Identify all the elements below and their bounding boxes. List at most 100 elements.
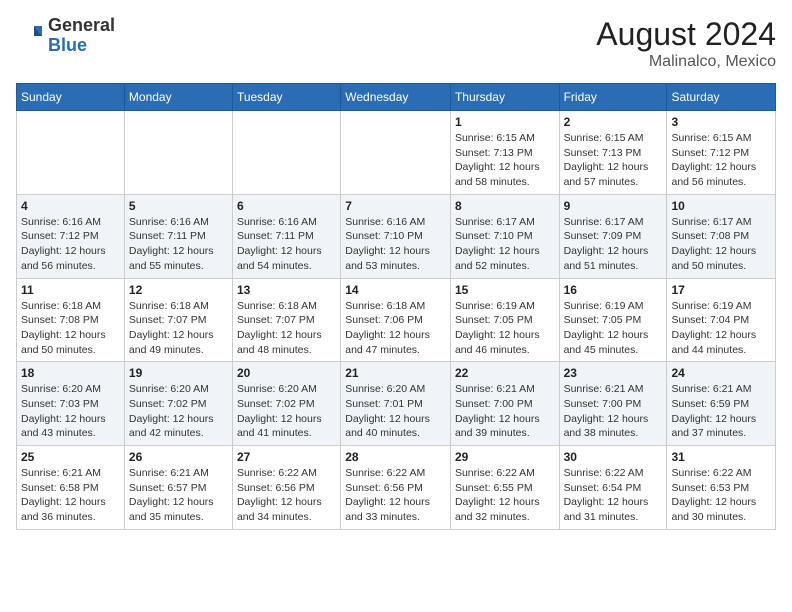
calendar-cell: 26 Sunrise: 6:21 AM Sunset: 6:57 PM Dayli… xyxy=(124,446,232,530)
day-info: Sunrise: 6:15 AM Sunset: 7:13 PM Dayligh… xyxy=(455,131,555,190)
day-info: Sunrise: 6:20 AM Sunset: 7:02 PM Dayligh… xyxy=(237,382,336,441)
day-info: Sunrise: 6:20 AM Sunset: 7:02 PM Dayligh… xyxy=(129,382,228,441)
calendar-cell: 14Sunrise: 6:18 AM Sunset: 7:06 PM Dayli… xyxy=(341,278,451,362)
day-number: 18 xyxy=(21,366,120,380)
day-header-row: SundayMondayTuesdayWednesdayThursdayFrid… xyxy=(17,84,776,111)
day-number: 26 xyxy=(129,450,228,464)
day-info: Sunrise: 6:20 AM Sunset: 7:03 PM Dayligh… xyxy=(21,382,120,441)
day-info: Sunrise: 6:18 AM Sunset: 7:07 PM Dayligh… xyxy=(237,299,336,358)
calendar-cell: 9Sunrise: 6:17 AM Sunset: 7:09 PM Daylig… xyxy=(559,194,667,278)
day-info: Sunrise: 6:22 AM Sunset: 6:56 PM Dayligh… xyxy=(345,466,446,525)
day-info: Sunrise: 6:19 AM Sunset: 7:05 PM Dayligh… xyxy=(564,299,663,358)
day-number: 12 xyxy=(129,283,228,297)
day-number: 7 xyxy=(345,199,446,213)
day-number: 11 xyxy=(21,283,120,297)
day-info: Sunrise: 6:16 AM Sunset: 7:11 PM Dayligh… xyxy=(237,215,336,274)
day-info: Sunrise: 6:21 AM Sunset: 6:58 PM Dayligh… xyxy=(21,466,120,525)
day-number: 21 xyxy=(345,366,446,380)
logo-general: General xyxy=(48,15,115,35)
day-number: 16 xyxy=(564,283,663,297)
calendar-cell: 18 Sunrise: 6:20 AM Sunset: 7:03 PM Dayli… xyxy=(17,362,125,446)
calendar-cell: 27 Sunrise: 6:22 AM Sunset: 6:56 PM Dayli… xyxy=(232,446,340,530)
calendar-cell: 15Sunrise: 6:19 AM Sunset: 7:05 PM Dayli… xyxy=(450,278,559,362)
day-number: 8 xyxy=(455,199,555,213)
calendar-header: SundayMondayTuesdayWednesdayThursdayFrid… xyxy=(17,84,776,111)
day-number: 20 xyxy=(237,366,336,380)
day-number: 22 xyxy=(455,366,555,380)
calendar-cell: 17Sunrise: 6:19 AM Sunset: 7:04 PM Dayli… xyxy=(667,278,776,362)
day-info: Sunrise: 6:22 AM Sunset: 6:56 PM Dayligh… xyxy=(237,466,336,525)
day-info: Sunrise: 6:20 AM Sunset: 7:01 PM Dayligh… xyxy=(345,382,446,441)
day-number: 23 xyxy=(564,366,663,380)
calendar-cell: 29 Sunrise: 6:22 AM Sunset: 6:55 PM Dayli… xyxy=(450,446,559,530)
day-info: Sunrise: 6:16 AM Sunset: 7:10 PM Dayligh… xyxy=(345,215,446,274)
day-info: Sunrise: 6:21 AM Sunset: 7:00 PM Dayligh… xyxy=(564,382,663,441)
calendar-cell: 12 Sunrise: 6:18 AM Sunset: 7:07 PM Dayli… xyxy=(124,278,232,362)
calendar-cell: 11Sunrise: 6:18 AM Sunset: 7:08 PM Dayli… xyxy=(17,278,125,362)
location: Malinalco, Mexico xyxy=(596,53,776,71)
day-number: 15 xyxy=(455,283,555,297)
calendar-cell: 1 Sunrise: 6:15 AM Sunset: 7:13 PM Daylig… xyxy=(450,111,559,195)
day-info: Sunrise: 6:18 AM Sunset: 7:07 PM Dayligh… xyxy=(129,299,228,358)
day-number: 30 xyxy=(564,450,663,464)
day-info: Sunrise: 6:19 AM Sunset: 7:04 PM Dayligh… xyxy=(671,299,771,358)
day-info: Sunrise: 6:17 AM Sunset: 7:09 PM Dayligh… xyxy=(564,215,663,274)
logo-blue: Blue xyxy=(48,35,87,55)
day-number: 13 xyxy=(237,283,336,297)
calendar-cell: 16 Sunrise: 6:19 AM Sunset: 7:05 PM Dayli… xyxy=(559,278,667,362)
logo-text: General Blue xyxy=(48,16,115,56)
day-number: 14 xyxy=(345,283,446,297)
calendar-cell: 30 Sunrise: 6:22 AM Sunset: 6:54 PM Dayli… xyxy=(559,446,667,530)
day-info: Sunrise: 6:21 AM Sunset: 7:00 PM Dayligh… xyxy=(455,382,555,441)
day-info: Sunrise: 6:16 AM Sunset: 7:12 PM Dayligh… xyxy=(21,215,120,274)
day-header-thursday: Thursday xyxy=(450,84,559,111)
calendar-cell: 10 Sunrise: 6:17 AM Sunset: 7:08 PM Dayli… xyxy=(667,194,776,278)
calendar-table: SundayMondayTuesdayWednesdayThursdayFrid… xyxy=(16,83,776,530)
day-number: 10 xyxy=(671,199,771,213)
calendar-cell: 21 Sunrise: 6:20 AM Sunset: 7:01 PM Dayli… xyxy=(341,362,451,446)
day-header-tuesday: Tuesday xyxy=(232,84,340,111)
calendar-cell: 13 Sunrise: 6:18 AM Sunset: 7:07 PM Dayli… xyxy=(232,278,340,362)
calendar-cell: 23 Sunrise: 6:21 AM Sunset: 7:00 PM Dayli… xyxy=(559,362,667,446)
title-block: August 2024 Malinalco, Mexico xyxy=(596,16,776,71)
day-info: Sunrise: 6:22 AM Sunset: 6:54 PM Dayligh… xyxy=(564,466,663,525)
calendar-week-4: 25 Sunrise: 6:21 AM Sunset: 6:58 PM Dayli… xyxy=(17,446,776,530)
day-info: Sunrise: 6:15 AM Sunset: 7:13 PM Dayligh… xyxy=(564,131,663,190)
calendar-cell xyxy=(232,111,340,195)
calendar-week-2: 11Sunrise: 6:18 AM Sunset: 7:08 PM Dayli… xyxy=(17,278,776,362)
day-header-sunday: Sunday xyxy=(17,84,125,111)
day-header-monday: Monday xyxy=(124,84,232,111)
day-number: 2 xyxy=(564,115,663,129)
calendar-cell: 19 Sunrise: 6:20 AM Sunset: 7:02 PM Dayli… xyxy=(124,362,232,446)
day-number: 3 xyxy=(671,115,771,129)
day-number: 24 xyxy=(671,366,771,380)
calendar-cell: 20 Sunrise: 6:20 AM Sunset: 7:02 PM Dayli… xyxy=(232,362,340,446)
calendar-cell: 22 Sunrise: 6:21 AM Sunset: 7:00 PM Dayli… xyxy=(450,362,559,446)
day-number: 19 xyxy=(129,366,228,380)
calendar-cell xyxy=(341,111,451,195)
calendar-cell: 6Sunrise: 6:16 AM Sunset: 7:11 PM Daylig… xyxy=(232,194,340,278)
day-info: Sunrise: 6:16 AM Sunset: 7:11 PM Dayligh… xyxy=(129,215,228,274)
calendar-week-1: 4Sunrise: 6:16 AM Sunset: 7:12 PM Daylig… xyxy=(17,194,776,278)
day-header-friday: Friday xyxy=(559,84,667,111)
day-number: 31 xyxy=(671,450,771,464)
calendar-cell xyxy=(17,111,125,195)
month-year: August 2024 xyxy=(596,16,776,53)
calendar-cell xyxy=(124,111,232,195)
day-number: 27 xyxy=(237,450,336,464)
day-info: Sunrise: 6:21 AM Sunset: 6:57 PM Dayligh… xyxy=(129,466,228,525)
calendar-cell: 24Sunrise: 6:21 AM Sunset: 6:59 PM Dayli… xyxy=(667,362,776,446)
day-info: Sunrise: 6:22 AM Sunset: 6:55 PM Dayligh… xyxy=(455,466,555,525)
day-number: 5 xyxy=(129,199,228,213)
calendar-cell: 31 Sunrise: 6:22 AM Sunset: 6:53 PM Dayli… xyxy=(667,446,776,530)
calendar-week-3: 18 Sunrise: 6:20 AM Sunset: 7:03 PM Dayli… xyxy=(17,362,776,446)
day-number: 1 xyxy=(455,115,555,129)
day-number: 29 xyxy=(455,450,555,464)
day-info: Sunrise: 6:17 AM Sunset: 7:10 PM Dayligh… xyxy=(455,215,555,274)
day-info: Sunrise: 6:22 AM Sunset: 6:53 PM Dayligh… xyxy=(671,466,771,525)
day-number: 28 xyxy=(345,450,446,464)
calendar-cell: 3Sunrise: 6:15 AM Sunset: 7:12 PM Daylig… xyxy=(667,111,776,195)
day-info: Sunrise: 6:17 AM Sunset: 7:08 PM Dayligh… xyxy=(671,215,771,274)
day-number: 25 xyxy=(21,450,120,464)
day-header-wednesday: Wednesday xyxy=(341,84,451,111)
